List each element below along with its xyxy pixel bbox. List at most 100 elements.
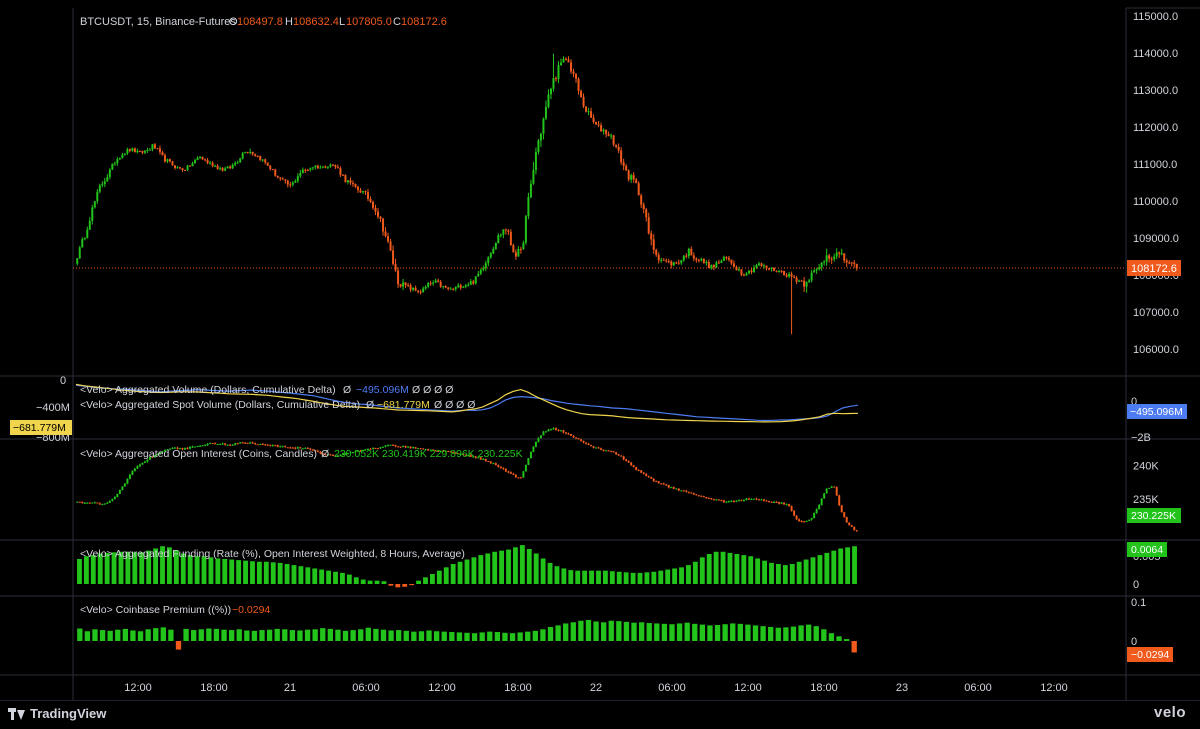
price-candle-body: [655, 249, 658, 255]
time-axis-label: 06:00: [964, 682, 992, 694]
funding-bar: [436, 570, 442, 584]
oi-candle-body: [532, 446, 535, 452]
price-candle-body: [143, 150, 146, 153]
price-candle-body: [181, 168, 184, 170]
oi-candle-body: [610, 451, 613, 453]
price-candle-body: [620, 150, 623, 163]
velo-logo[interactable]: velo: [1154, 704, 1186, 721]
oi-candle-body: [687, 491, 690, 493]
price-candle-body: [690, 248, 693, 256]
oi-candle: [121, 486, 124, 491]
price-candle: [241, 151, 244, 160]
funding-bar: [340, 572, 345, 584]
ohlc-close-label: C: [393, 16, 401, 28]
premium-bar: [335, 629, 341, 641]
cvd-spot-legend[interactable]: <Velo> Aggregated Spot Volume (Dollars, …: [80, 399, 360, 411]
premium-bar: [213, 628, 220, 641]
cvd-agg-legend[interactable]: <Velo> Aggregated Volume (Dollars, Cumul…: [80, 384, 336, 396]
price-candle-body: [118, 158, 121, 160]
oi-candle-body: [825, 488, 828, 494]
funding-bar: [270, 562, 276, 584]
oi-candle-body: [133, 468, 136, 472]
funding-bar: [803, 559, 809, 584]
chart-canvas[interactable]: 115000.0 114000.0 113000.0 112000.0 111000.0…: [0, 0, 1200, 700]
oi-candle-body: [740, 500, 743, 502]
price-candle-body: [394, 263, 397, 271]
ohlc-high-value: 108632.4: [293, 16, 339, 28]
funding-bar: [748, 556, 754, 584]
oi-candle-body: [697, 495, 700, 497]
price-candle-body: [562, 58, 565, 63]
tradingview-logo[interactable]: TradingView: [8, 706, 106, 721]
footer-bar: [0, 700, 1200, 729]
oi-candle-body: [605, 450, 608, 452]
price-candle-body: [311, 167, 314, 169]
price-candle-body: [309, 168, 312, 170]
price-candle-body: [565, 58, 568, 60]
price-badge: 108172.6: [1127, 260, 1181, 276]
oi-candle: [820, 498, 823, 506]
price-candle-body: [692, 255, 695, 259]
funding-bar: [305, 567, 311, 584]
price-candle-body: [539, 133, 542, 141]
oi-candle-body: [539, 435, 542, 439]
price-candle-body: [96, 191, 99, 202]
oi-candle-body: [685, 490, 688, 492]
oi-candle-body: [607, 450, 610, 452]
funding-bar: [589, 570, 594, 584]
oi-candle: [532, 446, 535, 453]
funding-bar: [333, 571, 338, 584]
funding-bar: [623, 572, 629, 584]
price-candle-body: [301, 169, 304, 173]
price-candle-body: [622, 162, 625, 166]
price-candle-body: [174, 165, 177, 169]
price-candle-body: [216, 165, 219, 169]
price-candle-body: [702, 258, 705, 263]
price-candle-body: [189, 165, 192, 167]
funding-bar: [367, 580, 373, 584]
premium-bar: [479, 632, 485, 641]
price-candle-body: [830, 258, 833, 260]
oi-tick-label: 235K: [1133, 494, 1159, 506]
oi-candle-body: [848, 522, 851, 526]
price-tick-label: 106000.0: [1133, 344, 1179, 356]
price-candle-body: [83, 238, 86, 240]
funding-legend[interactable]: <Velo> Aggregated Funding (Rate (%), Ope…: [80, 548, 465, 560]
price-candle-body: [279, 177, 282, 179]
price-candle-body: [813, 270, 816, 273]
funding-bar: [291, 565, 297, 584]
oi-candle-body: [850, 525, 853, 527]
price-tick-label: 110000.0: [1133, 196, 1178, 208]
price-candle-body: [349, 180, 352, 183]
price-candle-body: [605, 129, 608, 135]
oi-candle-body: [88, 502, 91, 504]
price-candle-body: [409, 285, 412, 290]
price-candle-body: [219, 168, 222, 170]
oi-candle-body: [712, 499, 715, 501]
oi-candle-body: [770, 501, 773, 503]
price-candle-body: [402, 282, 405, 287]
premium-bar: [836, 636, 842, 641]
price-candle-body: [517, 249, 520, 257]
oi-legend[interactable]: <Velo> Aggregated Open Interest (Coins, …: [80, 448, 317, 460]
price-candle-body: [93, 201, 96, 208]
oi-candle-body: [78, 501, 81, 503]
price-candle-body: [534, 151, 537, 171]
price-candle-body: [464, 285, 467, 287]
funding-bar: [360, 579, 366, 584]
price-candle: [783, 270, 786, 276]
price-candle-body: [700, 258, 703, 261]
price-candle-body: [419, 291, 422, 293]
price-candle-body: [760, 263, 763, 267]
price-candle-body: [825, 255, 828, 262]
oi-candle: [848, 522, 851, 526]
oi-candle-body: [575, 437, 578, 439]
oi-candle-body: [752, 498, 755, 500]
oi-candle-body: [843, 512, 846, 518]
price-candle-body: [805, 282, 808, 287]
premium-legend[interactable]: <Velo> Coinbase Premium ((%)): [80, 604, 231, 616]
price-candle: [344, 174, 347, 183]
oi-candle-body: [211, 442, 214, 444]
price-candle-body: [384, 231, 387, 237]
symbol-title[interactable]: BTCUSDT, 15, Binance-Futures: [80, 16, 236, 28]
